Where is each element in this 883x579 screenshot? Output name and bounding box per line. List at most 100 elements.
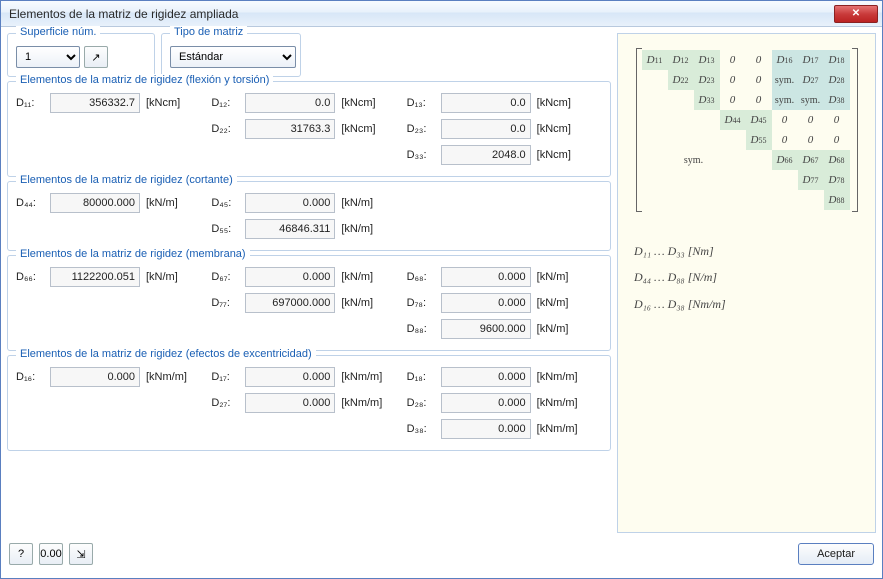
unit-d28: [kNm/m] xyxy=(535,397,585,409)
lbl-d27: D₂₇: xyxy=(211,397,241,409)
group-surface: Superficie núm. 1 ↗ xyxy=(7,33,155,77)
export-button[interactable]: ⇲ xyxy=(69,543,93,565)
close-button[interactable]: ✕ xyxy=(834,5,878,23)
input-d44[interactable] xyxy=(50,193,140,213)
accept-button[interactable]: Aceptar xyxy=(798,543,874,565)
lbl-d38: D₃₈: xyxy=(407,423,437,435)
input-d55[interactable] xyxy=(245,219,335,239)
input-d16[interactable] xyxy=(50,367,140,387)
lbl-d55: D₅₅: xyxy=(211,223,241,235)
lbl-d18: D₁₈: xyxy=(407,371,437,383)
units-button[interactable]: 0.00 xyxy=(39,543,63,565)
unit-d11: [kNcm] xyxy=(144,97,194,109)
group-flex: Elementos de la matriz de rigidez (flexi… xyxy=(7,81,611,177)
lbl-d67: D₆₇: xyxy=(211,271,241,283)
ecc-legend: Elementos de la matriz de rigidez (efect… xyxy=(16,348,316,360)
help-icon: ? xyxy=(18,548,24,560)
bracket-right-icon xyxy=(852,48,858,212)
surface-legend: Superficie núm. xyxy=(16,26,100,38)
input-d11[interactable] xyxy=(50,93,140,113)
input-d23[interactable] xyxy=(441,119,531,139)
flex-legend: Elementos de la matriz de rigidez (flexi… xyxy=(16,74,273,86)
lbl-d13: D₁₃: xyxy=(407,97,437,109)
lbl-d16: D₁₆: xyxy=(16,371,46,383)
top-row: Superficie núm. 1 ↗ Tipo de matriz Están… xyxy=(7,33,611,77)
input-d66[interactable] xyxy=(50,267,140,287)
matrix-type-select[interactable]: Estándar xyxy=(170,46,296,68)
lbl-d17: D₁₇: xyxy=(211,371,241,383)
unit-d45: [kN/m] xyxy=(339,197,389,209)
lbl-d68: D₆₈: xyxy=(407,271,437,283)
window-title: Elementos de la matriz de rigidez amplia… xyxy=(9,7,834,21)
left-column: Superficie núm. 1 ↗ Tipo de matriz Están… xyxy=(7,33,611,533)
input-d77[interactable] xyxy=(245,293,335,313)
input-d45[interactable] xyxy=(245,193,335,213)
unit-d55: [kN/m] xyxy=(339,223,389,235)
lbl-d66: D₆₆: xyxy=(16,271,46,283)
input-d17[interactable] xyxy=(245,367,335,387)
unit-d17: [kNm/m] xyxy=(339,371,389,383)
pick-surface-button[interactable]: ↗ xyxy=(84,46,108,68)
unit-d88: [kN/m] xyxy=(535,323,585,335)
lbl-d23: D₂₃: xyxy=(407,123,437,135)
input-d78[interactable] xyxy=(441,293,531,313)
matrix-type-legend: Tipo de matriz xyxy=(170,26,247,38)
lbl-d12: D₁₂: xyxy=(211,97,241,109)
group-membrane: Elementos de la matriz de rigidez (membr… xyxy=(7,255,611,351)
unit-d67: [kN/m] xyxy=(339,271,389,283)
unit-d38: [kNm/m] xyxy=(535,423,585,435)
unit-d13: [kNcm] xyxy=(535,97,585,109)
lbl-d11: D₁₁: xyxy=(16,97,46,109)
shear-legend: Elementos de la matriz de rigidez (corta… xyxy=(16,174,237,186)
unit-d78: [kN/m] xyxy=(535,297,585,309)
lbl-d88: D₈₈: xyxy=(407,323,437,335)
input-d88[interactable] xyxy=(441,319,531,339)
group-shear: Elementos de la matriz de rigidez (corta… xyxy=(7,181,611,251)
input-d28[interactable] xyxy=(441,393,531,413)
matrix-preview-panel: D11D12D1300D16D17D18 D22D2300sym.D27D28 … xyxy=(617,33,876,533)
surface-select[interactable]: 1 xyxy=(16,46,80,68)
help-button[interactable]: ? xyxy=(9,543,33,565)
lbl-d33: D₃₃: xyxy=(407,149,437,161)
bracket-left-icon xyxy=(636,48,642,212)
unit-d22: [kNcm] xyxy=(339,123,389,135)
input-d27[interactable] xyxy=(245,393,335,413)
lbl-d44: D₄₄: xyxy=(16,197,46,209)
input-d18[interactable] xyxy=(441,367,531,387)
unit-d16: [kNm/m] xyxy=(144,371,194,383)
unit-d77: [kN/m] xyxy=(339,297,389,309)
unit-d27: [kNm/m] xyxy=(339,397,389,409)
matrix-diagram: D11D12D1300D16D17D18 D22D2300sym.D27D28 … xyxy=(636,48,858,212)
input-d38[interactable] xyxy=(441,419,531,439)
input-d67[interactable] xyxy=(245,267,335,287)
legend-note-2: D₄₄ … D₈₈ [N/m] xyxy=(634,264,867,290)
close-icon: ✕ xyxy=(852,8,860,19)
legend-note-3: D₁₆ … D₃₈ [Nm/m] xyxy=(634,291,867,317)
input-d33[interactable] xyxy=(441,145,531,165)
content-area: Superficie núm. 1 ↗ Tipo de matriz Están… xyxy=(1,27,882,539)
units-icon: 0.00 xyxy=(40,548,61,560)
lbl-d22: D₂₂: xyxy=(211,123,241,135)
unit-d68: [kN/m] xyxy=(535,271,585,283)
picker-icon: ↗ xyxy=(91,51,100,64)
lbl-d28: D₂₈: xyxy=(407,397,437,409)
matrix-legend-notes: D₁₁ … D₃₃ [Nm] D₄₄ … D₈₈ [N/m] D₁₆ … D₃₈… xyxy=(626,238,867,317)
lbl-d78: D₇₈: xyxy=(407,297,437,309)
input-d68[interactable] xyxy=(441,267,531,287)
footer: ? 0.00 ⇲ Aceptar xyxy=(1,539,882,569)
export-icon: ⇲ xyxy=(76,548,85,561)
input-d12[interactable] xyxy=(245,93,335,113)
input-d13[interactable] xyxy=(441,93,531,113)
lbl-d77: D₇₇: xyxy=(211,297,241,309)
unit-d18: [kNm/m] xyxy=(535,371,585,383)
membrane-legend: Elementos de la matriz de rigidez (membr… xyxy=(16,248,250,260)
unit-d33: [kNcm] xyxy=(535,149,585,161)
group-matrix-type: Tipo de matriz Estándar xyxy=(161,33,301,77)
unit-d66: [kN/m] xyxy=(144,271,194,283)
legend-note-1: D₁₁ … D₃₃ [Nm] xyxy=(634,238,867,264)
unit-d12: [kNcm] xyxy=(339,97,389,109)
titlebar: Elementos de la matriz de rigidez amplia… xyxy=(1,1,882,27)
unit-d23: [kNcm] xyxy=(535,123,585,135)
lbl-d45: D₄₅: xyxy=(211,197,241,209)
input-d22[interactable] xyxy=(245,119,335,139)
